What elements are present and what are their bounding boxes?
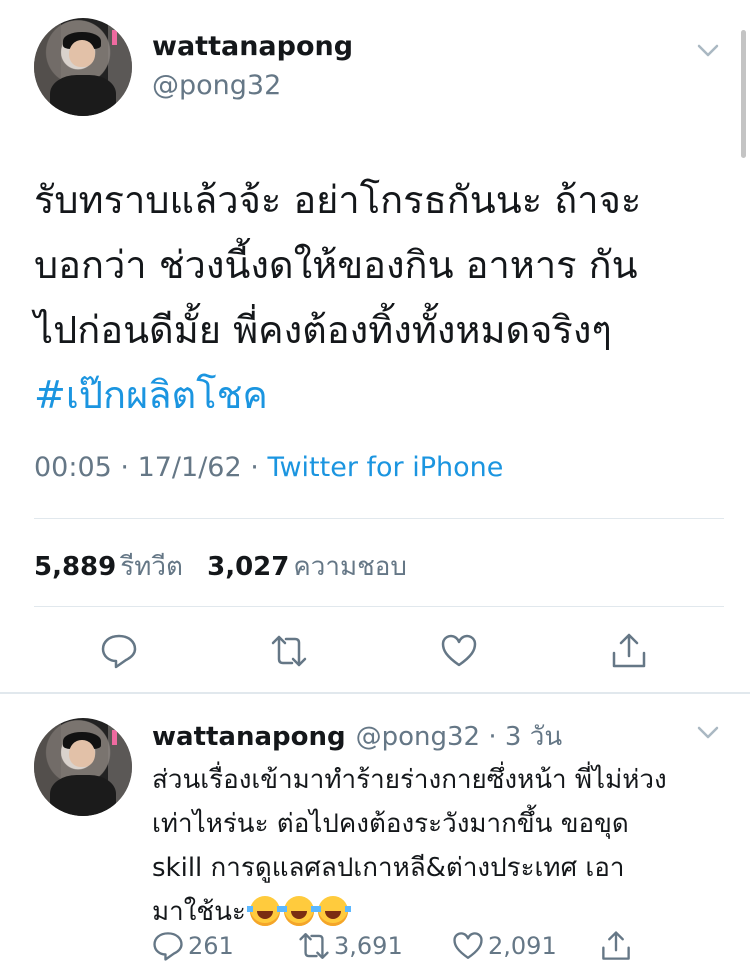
reply-count: 261 <box>188 932 234 960</box>
chevron-down-icon[interactable] <box>697 44 719 58</box>
tweet-text-line: บอกว่า ช่วงนี้งดให้ของกิน อาหาร กัน <box>34 243 638 287</box>
meta-separator: · <box>480 722 505 752</box>
reply-age: 3 วัน <box>504 722 563 752</box>
retweet-button[interactable] <box>270 632 308 670</box>
share-button[interactable] <box>610 632 648 670</box>
face-with-tears-of-joy-icon <box>246 896 283 926</box>
reply-text: ส่วนเรื่องเข้ามาทำร้ายร่างกายซึ่งหน้า พี… <box>152 758 732 934</box>
section-divider <box>0 692 750 694</box>
tweet-stats: 5,889 รีทวีต 3,027 ความชอบ <box>34 546 423 587</box>
reply-text-line-end: มาใช้นะ <box>152 897 246 927</box>
hashtag-link[interactable]: #เป๊กผลิตโชค <box>34 363 714 428</box>
reply-text-line: skill การดูแลศลปเกาหลี&ต่างประเทศ เอา <box>152 853 625 883</box>
meta-separator: · <box>120 452 138 483</box>
author-name[interactable]: wattanapong <box>152 31 353 62</box>
heart-icon <box>441 634 477 667</box>
chevron-down-icon[interactable] <box>697 726 719 740</box>
face-with-tears-of-joy-icon <box>314 896 351 926</box>
share-icon <box>612 633 646 668</box>
share-icon <box>602 931 630 960</box>
divider <box>34 606 724 607</box>
reply-text-line: มาใช้นะ <box>152 890 732 934</box>
like-button[interactable] <box>440 632 478 670</box>
retweets-stat[interactable]: 5,889 รีทวีต <box>34 552 207 582</box>
tweet-text-line: รับทราบแล้วจ้ะ อย่าโกรธกันนะ ถ้าจะ <box>34 178 642 222</box>
retweet-count: 3,691 <box>334 932 403 960</box>
source-link[interactable]: Twitter for iPhone <box>267 452 503 483</box>
retweet-icon <box>299 933 329 959</box>
reply-header: wattanapong @pong32 · 3 วัน <box>152 716 562 757</box>
reply-text-line: เท่าไหร่นะ ต่อไปคงต้องระวังมากขึ้น ขอขุด <box>152 809 629 839</box>
likes-count: 3,027 <box>207 552 290 582</box>
tweet-text-line: ไปก่อนดีมั้ย พี่คงต้องทิ้งทั้งหมดจริงๆ <box>34 308 612 352</box>
retweet-button[interactable]: 3,691 <box>298 930 403 962</box>
heart-icon <box>453 932 483 959</box>
divider <box>34 518 724 519</box>
retweets-label: รีทวีต <box>120 552 183 582</box>
avatar[interactable] <box>34 718 132 816</box>
share-button[interactable] <box>600 930 636 962</box>
reply-text-line: ส่วนเรื่องเข้ามาทำร้ายร่างกายซึ่งหน้า พี… <box>152 765 667 795</box>
retweets-count: 5,889 <box>34 552 117 582</box>
tweet-meta: 00:05 · 17/1/62 · Twitter for iPhone <box>34 452 503 483</box>
tweet-time: 00:05 <box>34 452 112 483</box>
reply-button[interactable] <box>100 632 138 670</box>
meta-separator: · <box>250 452 268 483</box>
face-with-tears-of-joy-icon <box>280 896 317 926</box>
likes-stat[interactable]: 3,027 ความชอบ <box>207 552 423 582</box>
tweet-text: รับทราบแล้วจ้ะ อย่าโกรธกันนะ ถ้าจะ บอกว่… <box>34 168 714 428</box>
reply-icon <box>101 634 137 669</box>
reply-author-handle[interactable]: @pong32 <box>356 722 480 752</box>
likes-label: ความชอบ <box>293 552 407 582</box>
main-tweet: wattanapong @pong32 รับทราบแล้วจ้ะ อย่าโ… <box>0 0 750 692</box>
like-count: 2,091 <box>488 932 557 960</box>
avatar[interactable] <box>34 18 132 116</box>
reply-icon <box>153 932 183 961</box>
author-handle[interactable]: @pong32 <box>152 70 281 101</box>
tweet-date: 17/1/62 <box>137 452 242 483</box>
retweet-icon <box>271 635 307 667</box>
reply-button[interactable]: 261 <box>152 930 234 962</box>
reply-author-name[interactable]: wattanapong <box>152 722 346 752</box>
reply-actions: 261 3,691 2,091 <box>152 930 712 970</box>
like-button[interactable]: 2,091 <box>452 930 557 962</box>
